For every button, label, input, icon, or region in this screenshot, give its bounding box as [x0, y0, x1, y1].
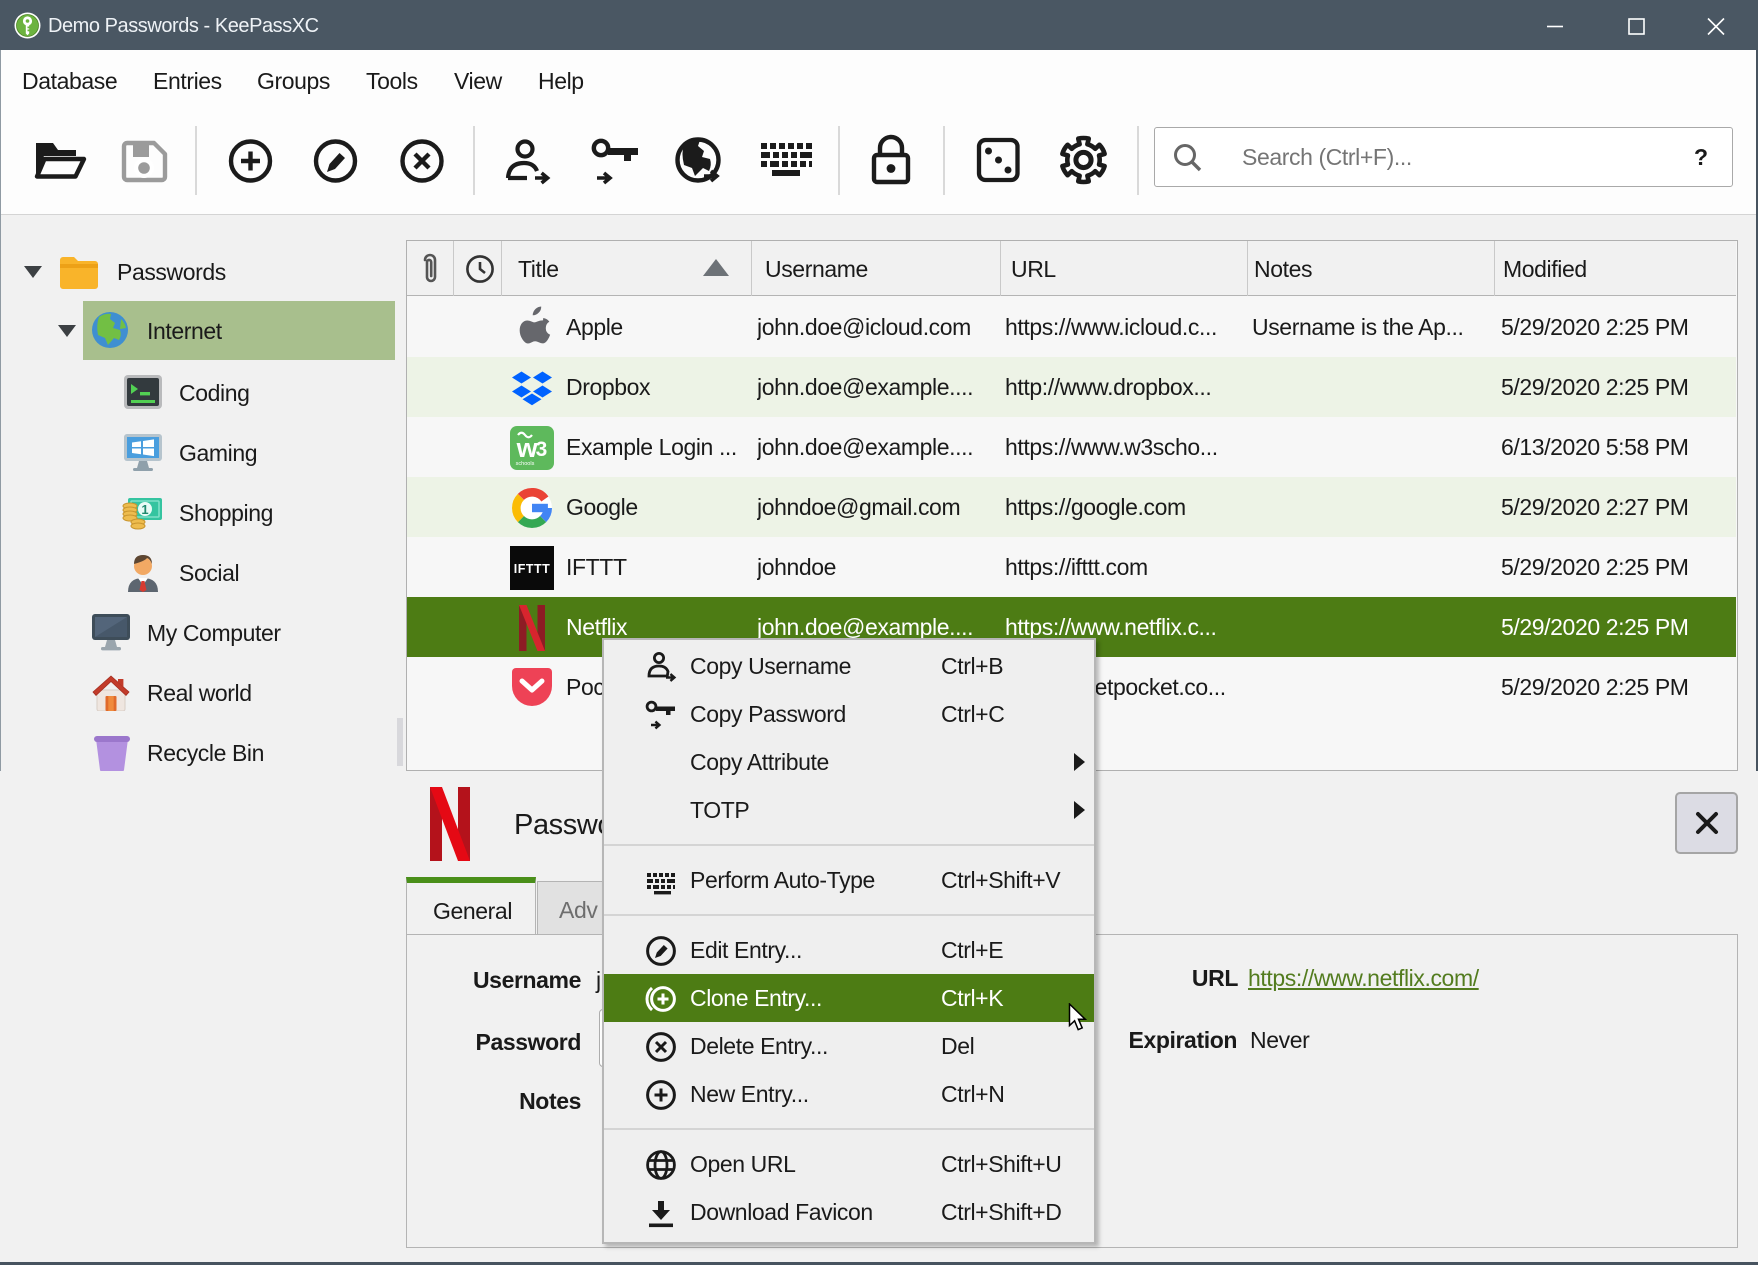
svg-text:IFTTT: IFTTT: [514, 562, 551, 576]
svg-text:1: 1: [141, 502, 148, 517]
svg-text:schools: schools: [516, 461, 535, 467]
svg-text:w3: w3: [516, 433, 547, 463]
